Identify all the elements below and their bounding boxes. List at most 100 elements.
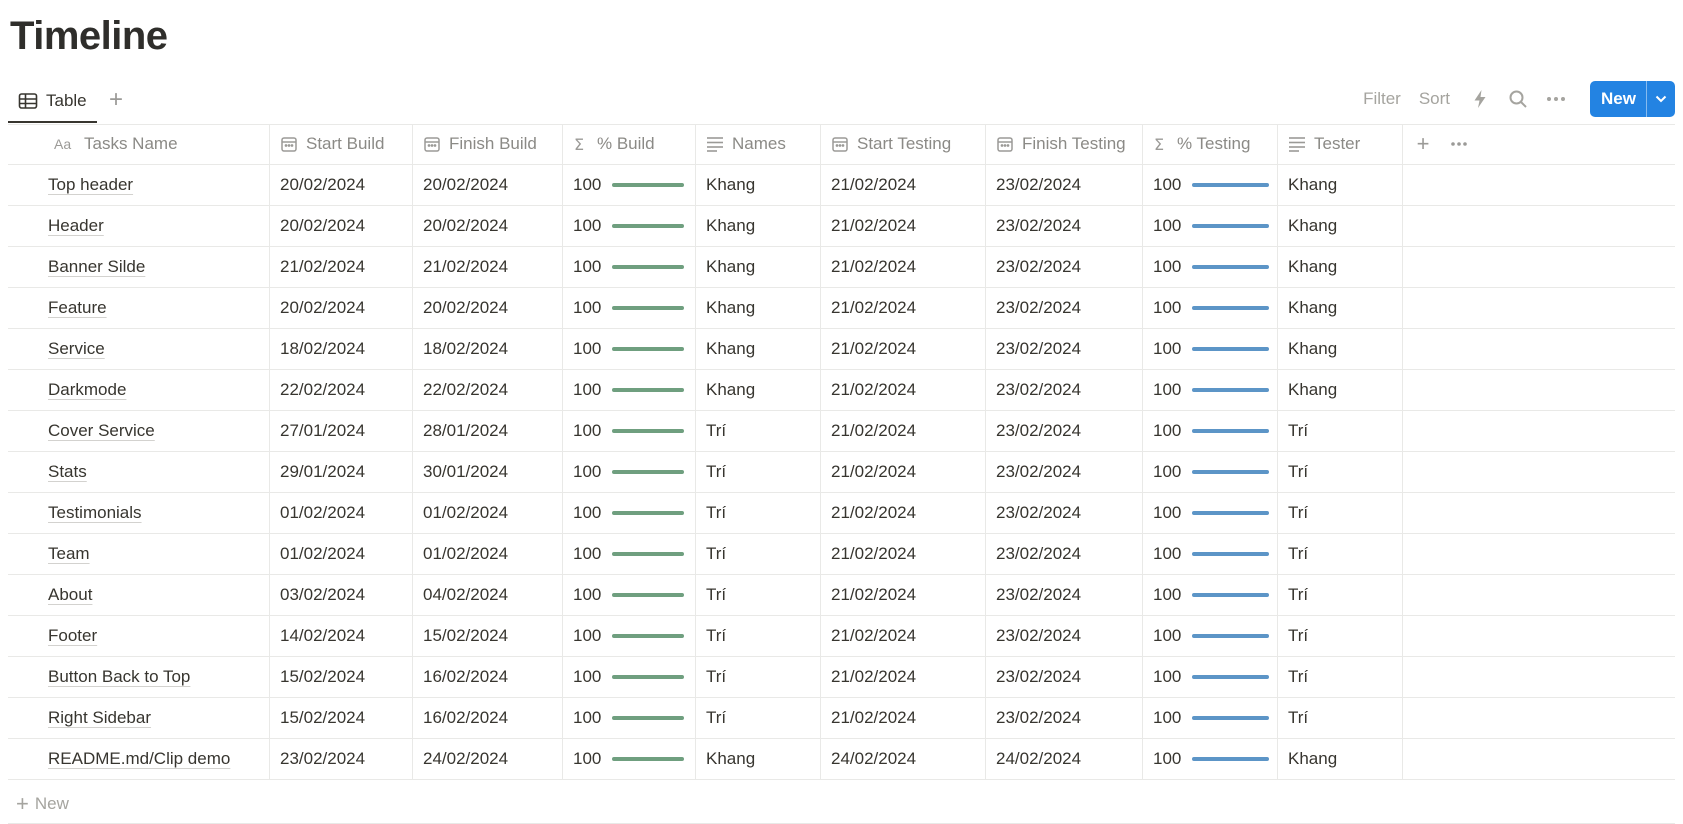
build-progress-cell[interactable]: 100 (563, 739, 696, 779)
build-progress-cell[interactable]: 100 (563, 288, 696, 328)
testing-progress-cell[interactable]: 100 (1143, 288, 1278, 328)
start-build-cell[interactable]: 29/01/2024 (270, 452, 413, 492)
finish-build-cell[interactable]: 30/01/2024 (413, 452, 563, 492)
build-progress-cell[interactable]: 100 (563, 206, 696, 246)
start-testing-cell[interactable]: 21/02/2024 (821, 411, 986, 451)
build-progress-cell[interactable]: 100 (563, 247, 696, 287)
task-name-cell[interactable]: Cover Service (8, 411, 270, 451)
column-header[interactable]: Aa Tasks Name (8, 124, 270, 164)
start-build-cell[interactable]: 18/02/2024 (270, 329, 413, 369)
start-testing-cell[interactable]: 24/02/2024 (821, 739, 986, 779)
testing-progress-cell[interactable]: 100 (1143, 411, 1278, 451)
testing-progress-cell[interactable]: 100 (1143, 493, 1278, 533)
task-name-cell[interactable]: Stats (8, 452, 270, 492)
names-cell[interactable]: Khang (696, 329, 821, 369)
finish-build-cell[interactable]: 22/02/2024 (413, 370, 563, 410)
column-header[interactable]: Tester (1278, 124, 1403, 164)
finish-testing-cell[interactable]: 23/02/2024 (986, 411, 1143, 451)
search-button[interactable] (1506, 87, 1530, 111)
table-row[interactable]: Service 18/02/2024 18/02/2024 100 Khang 21/02… (8, 329, 1675, 370)
column-header[interactable]: Names (696, 124, 821, 164)
table-row[interactable]: README.md/Clip demo 23/02/2024 24/02/2024 1… (8, 739, 1675, 780)
new-button[interactable]: New (1590, 81, 1675, 117)
testing-progress-cell[interactable]: 100 (1143, 616, 1278, 656)
start-build-cell[interactable]: 20/02/2024 (270, 165, 413, 205)
finish-testing-cell[interactable]: 23/02/2024 (986, 698, 1143, 738)
task-name-cell[interactable]: Banner Silde (8, 247, 270, 287)
tester-cell[interactable]: Khang (1278, 206, 1403, 246)
names-cell[interactable]: Trí (696, 657, 821, 697)
names-cell[interactable]: Trí (696, 616, 821, 656)
finish-build-cell[interactable]: 21/02/2024 (413, 247, 563, 287)
build-progress-cell[interactable]: 100 (563, 165, 696, 205)
testing-progress-cell[interactable]: 100 (1143, 657, 1278, 697)
names-cell[interactable]: Khang (696, 288, 821, 328)
table-row[interactable]: Top header 20/02/2024 20/02/2024 100 Khang 21… (8, 165, 1675, 206)
testing-progress-cell[interactable]: 100 (1143, 370, 1278, 410)
start-build-cell[interactable]: 22/02/2024 (270, 370, 413, 410)
names-cell[interactable]: Trí (696, 698, 821, 738)
names-cell[interactable]: Khang (696, 165, 821, 205)
names-cell[interactable]: Khang (696, 739, 821, 779)
task-name-cell[interactable]: Service (8, 329, 270, 369)
finish-testing-cell[interactable]: 23/02/2024 (986, 657, 1143, 697)
start-build-cell[interactable]: 15/02/2024 (270, 698, 413, 738)
table-row[interactable]: Feature 20/02/2024 20/02/2024 100 Khang 21/02… (8, 288, 1675, 329)
start-testing-cell[interactable]: 21/02/2024 (821, 329, 986, 369)
table-row[interactable]: Button Back to Top 15/02/2024 16/02/2024 10… (8, 657, 1675, 698)
task-name-cell[interactable]: About (8, 575, 270, 615)
table-row[interactable]: About 03/02/2024 04/02/2024 100 Trí 21/02/202… (8, 575, 1675, 616)
finish-build-cell[interactable]: 24/02/2024 (413, 739, 563, 779)
new-row-button[interactable]: + New (8, 784, 1675, 824)
names-cell[interactable]: Khang (696, 370, 821, 410)
start-testing-cell[interactable]: 21/02/2024 (821, 165, 986, 205)
start-build-cell[interactable]: 27/01/2024 (270, 411, 413, 451)
names-cell[interactable]: Trí (696, 452, 821, 492)
task-name-cell[interactable]: Testimonials (8, 493, 270, 533)
start-build-cell[interactable]: 03/02/2024 (270, 575, 413, 615)
start-build-cell[interactable]: 20/02/2024 (270, 288, 413, 328)
new-button-label[interactable]: New (1590, 81, 1646, 117)
build-progress-cell[interactable]: 100 (563, 329, 696, 369)
column-header[interactable]: Finish Testing (986, 124, 1143, 164)
start-testing-cell[interactable]: 21/02/2024 (821, 288, 986, 328)
column-header[interactable]: Σ % Build (563, 124, 696, 164)
task-name-cell[interactable]: Team (8, 534, 270, 574)
start-build-cell[interactable]: 21/02/2024 (270, 247, 413, 287)
start-build-cell[interactable]: 15/02/2024 (270, 657, 413, 697)
finish-build-cell[interactable]: 20/02/2024 (413, 206, 563, 246)
table-row[interactable]: Stats 29/01/2024 30/01/2024 100 Trí 21/02/202… (8, 452, 1675, 493)
names-cell[interactable]: Trí (696, 493, 821, 533)
testing-progress-cell[interactable]: 100 (1143, 739, 1278, 779)
finish-build-cell[interactable]: 16/02/2024 (413, 657, 563, 697)
table-row[interactable]: Testimonials 01/02/2024 01/02/2024 100 Trí 21… (8, 493, 1675, 534)
tester-cell[interactable]: Trí (1278, 575, 1403, 615)
names-cell[interactable]: Khang (696, 206, 821, 246)
build-progress-cell[interactable]: 100 (563, 698, 696, 738)
tester-cell[interactable]: Trí (1278, 616, 1403, 656)
build-progress-cell[interactable]: 100 (563, 493, 696, 533)
more-options-button[interactable] (1544, 87, 1568, 111)
start-testing-cell[interactable]: 21/02/2024 (821, 452, 986, 492)
start-build-cell[interactable]: 01/02/2024 (270, 534, 413, 574)
testing-progress-cell[interactable]: 100 (1143, 329, 1278, 369)
tester-cell[interactable]: Trí (1278, 657, 1403, 697)
task-name-cell[interactable]: Right Sidebar (8, 698, 270, 738)
start-testing-cell[interactable]: 21/02/2024 (821, 534, 986, 574)
add-column-button[interactable]: + (1403, 131, 1443, 157)
table-row[interactable]: Team 01/02/2024 01/02/2024 100 Trí 21/02/2024… (8, 534, 1675, 575)
finish-testing-cell[interactable]: 24/02/2024 (986, 739, 1143, 779)
names-cell[interactable]: Trí (696, 411, 821, 451)
start-testing-cell[interactable]: 21/02/2024 (821, 247, 986, 287)
column-header[interactable]: Start Testing (821, 124, 986, 164)
start-testing-cell[interactable]: 21/02/2024 (821, 370, 986, 410)
table-row[interactable]: Darkmode 22/02/2024 22/02/2024 100 Khang 21/0… (8, 370, 1675, 411)
testing-progress-cell[interactable]: 100 (1143, 247, 1278, 287)
filter-button[interactable]: Filter (1363, 89, 1401, 109)
start-testing-cell[interactable]: 21/02/2024 (821, 698, 986, 738)
finish-testing-cell[interactable]: 23/02/2024 (986, 288, 1143, 328)
start-testing-cell[interactable]: 21/02/2024 (821, 616, 986, 656)
task-name-cell[interactable]: Footer (8, 616, 270, 656)
finish-build-cell[interactable]: 15/02/2024 (413, 616, 563, 656)
start-build-cell[interactable]: 14/02/2024 (270, 616, 413, 656)
